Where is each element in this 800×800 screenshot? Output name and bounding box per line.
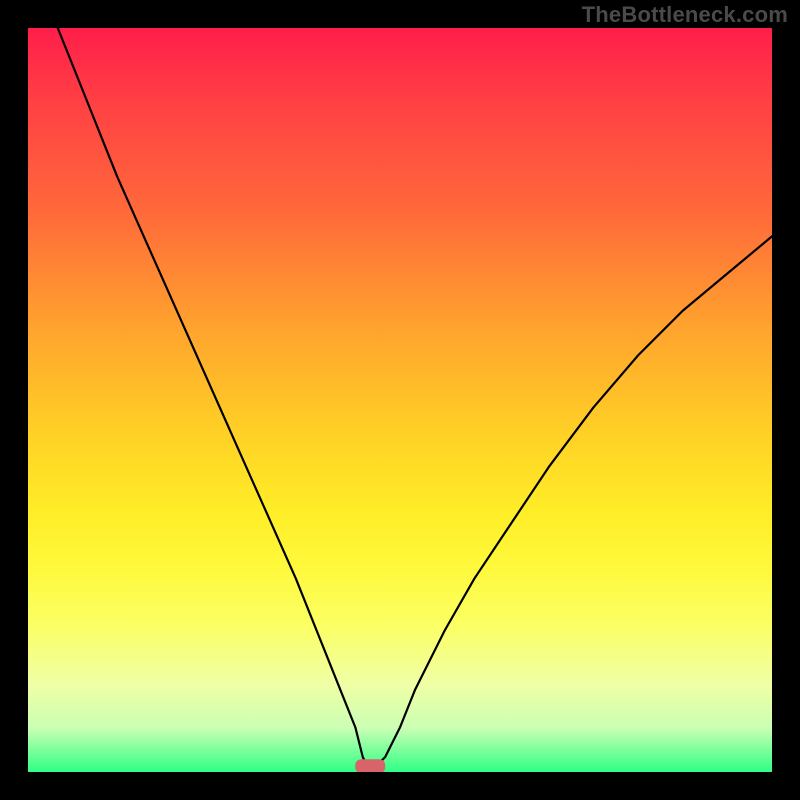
watermark-text: TheBottleneck.com bbox=[582, 2, 788, 28]
bottleneck-curve bbox=[58, 28, 772, 772]
chart-frame: TheBottleneck.com bbox=[0, 0, 800, 800]
plot-svg bbox=[28, 28, 772, 772]
minimum-marker bbox=[355, 759, 385, 772]
plot-area bbox=[28, 28, 772, 772]
